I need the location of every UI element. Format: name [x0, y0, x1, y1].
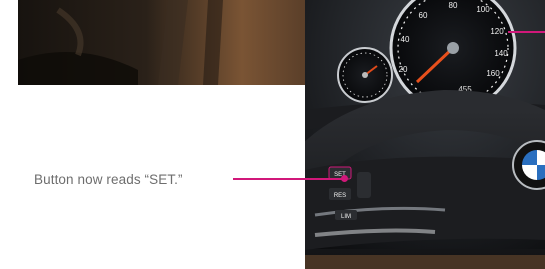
res-button-label: RES: [334, 193, 346, 199]
callout-line-right: [508, 31, 545, 33]
callout-line: [233, 178, 343, 180]
speedo-tick: 40: [401, 35, 410, 44]
speedo-tick: 120: [490, 27, 504, 36]
speedo-tick: 100: [476, 5, 490, 14]
speedo-tick: 140: [494, 49, 508, 58]
lim-button-label: LIM: [341, 214, 351, 220]
page: 20 40 60 80 100 120 140 160 455 SET RES …: [0, 0, 545, 269]
cockpit-photo: 20 40 60 80 100 120 140 160 455 SET RES …: [305, 0, 545, 269]
callout-dot: [341, 175, 348, 182]
speedo-tick: 80: [449, 1, 458, 10]
speedo-tick: 60: [419, 11, 428, 20]
speedo-tick: 160: [486, 69, 500, 78]
interior-photo: [18, 0, 338, 85]
caption-text: Button now reads “SET.”: [34, 172, 183, 187]
speedo-tick: 20: [399, 65, 408, 74]
